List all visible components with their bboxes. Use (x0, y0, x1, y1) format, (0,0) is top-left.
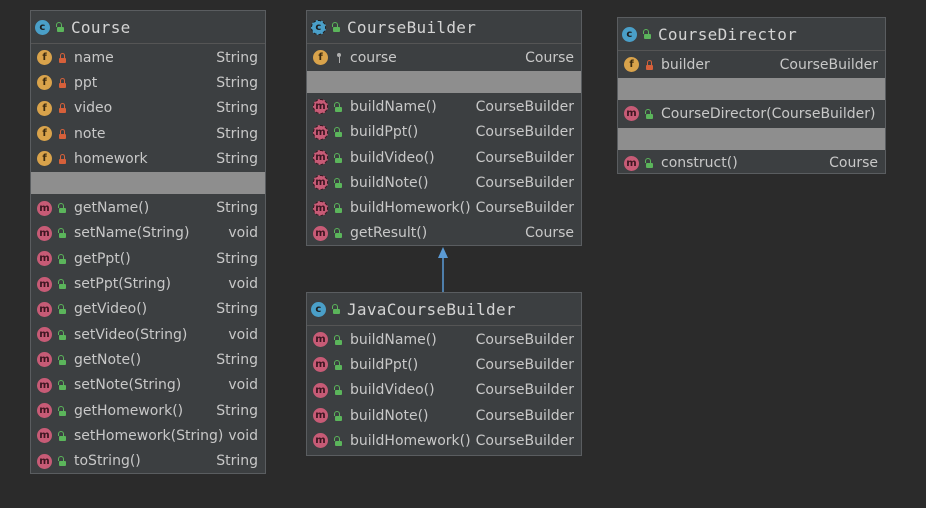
inheritance-arrowhead-icon (438, 247, 448, 258)
inheritance-arrow (438, 247, 448, 292)
